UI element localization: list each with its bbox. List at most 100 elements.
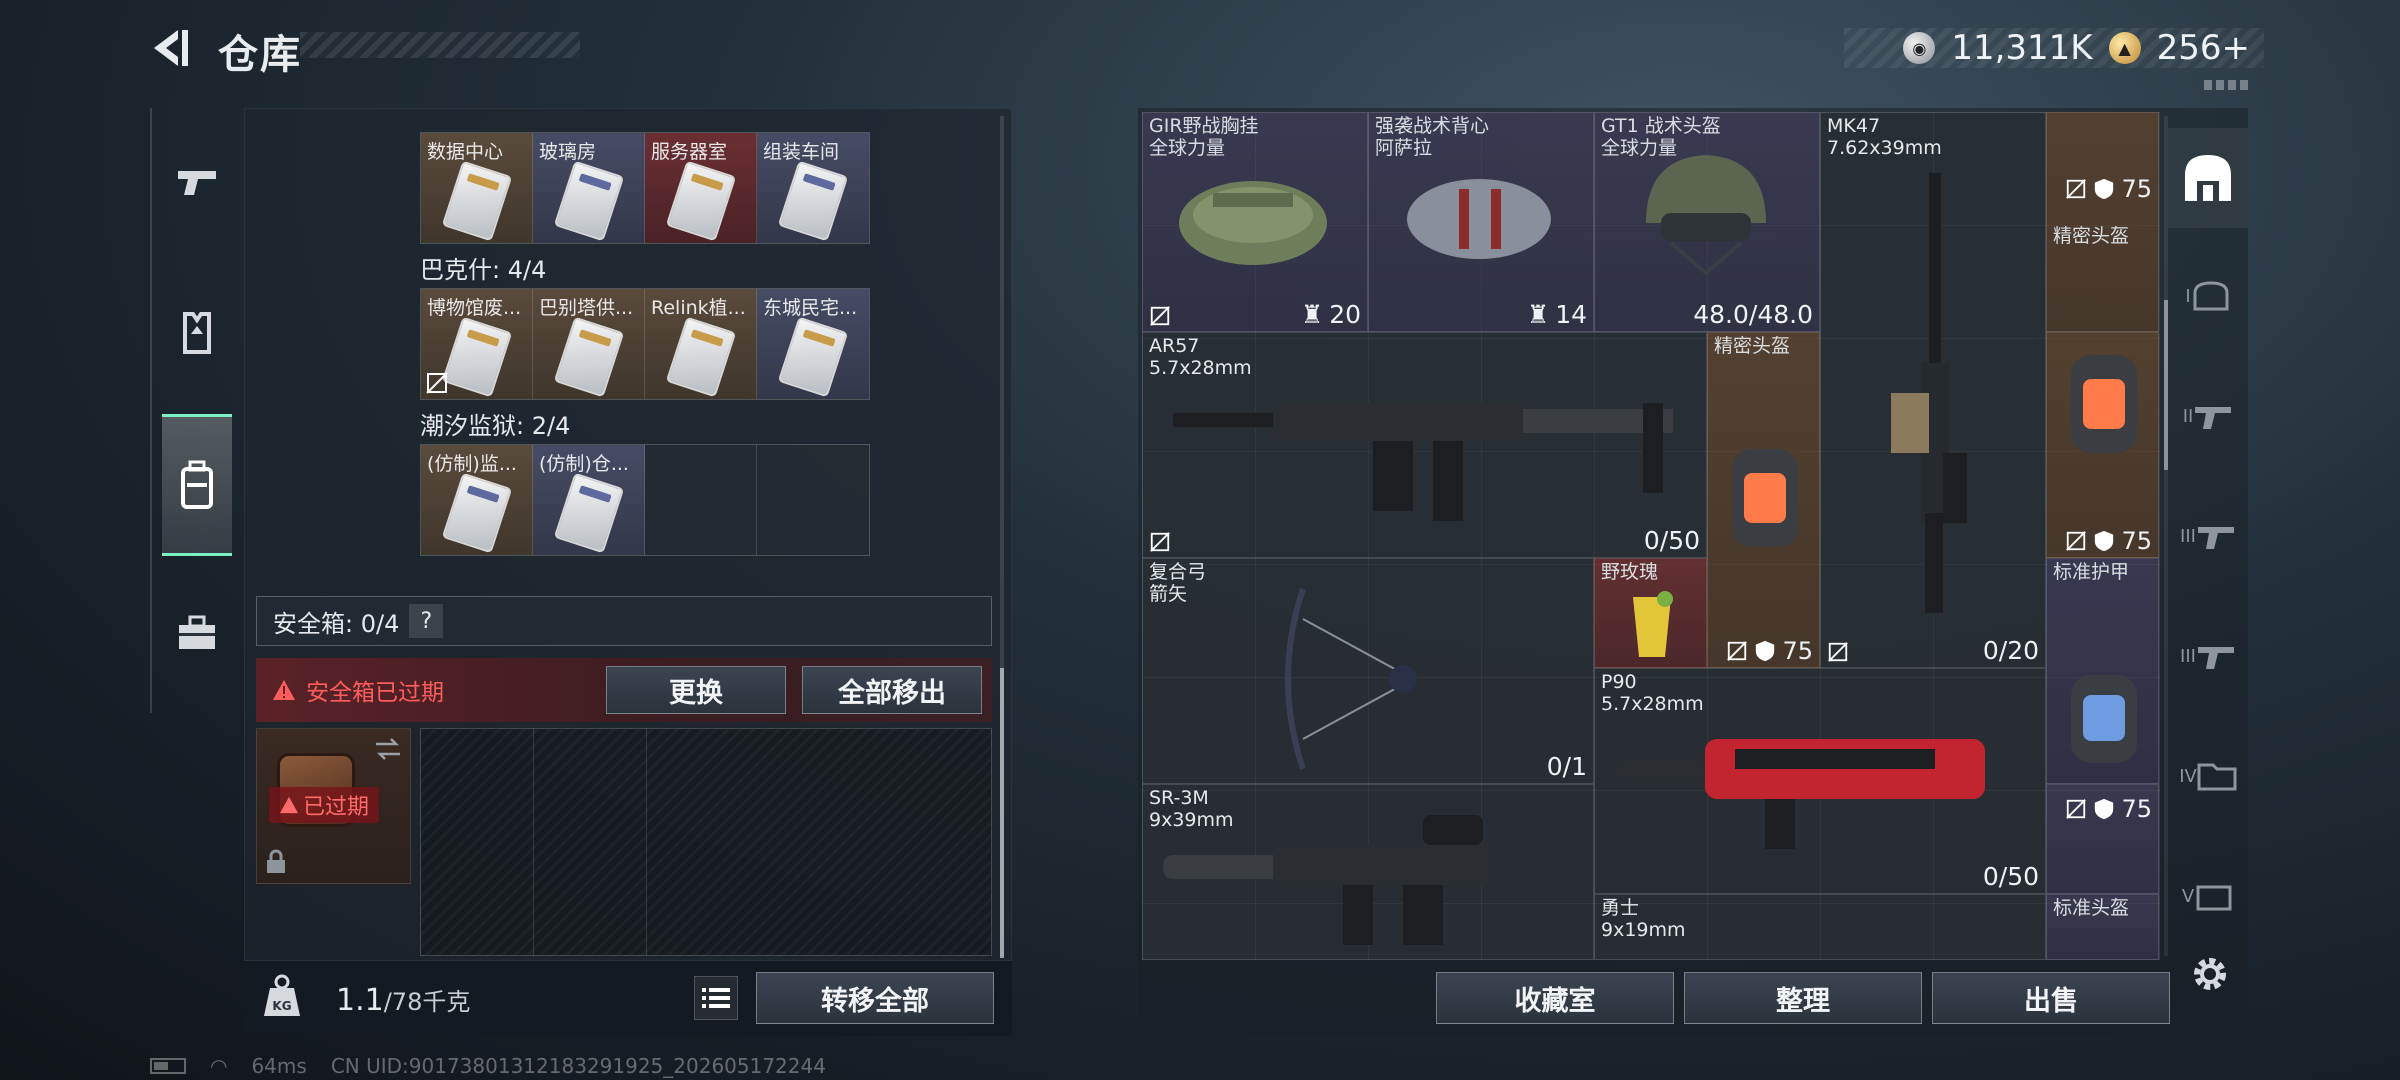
stash-item[interactable]: 75 [2046, 332, 2159, 558]
stash-item[interactable]: GT1 战术头盔 全球力量 48.0/48.0 [1594, 112, 1820, 332]
gun-tab-icon [2195, 407, 2232, 429]
safebox-slot[interactable]: 已过期 [256, 728, 411, 884]
no-trade-icon [1727, 641, 1748, 661]
stash-tab-4[interactable]: III [2168, 606, 2248, 706]
silver-coin-icon: ◉ [1903, 32, 1936, 64]
keycard-icon [441, 160, 513, 242]
nav-equipment[interactable] [162, 288, 232, 378]
no-trade-icon [2066, 179, 2087, 199]
drink-image [1633, 591, 1673, 657]
backpack-icon [181, 460, 213, 509]
status-line: ◠ 64ms CN UID:90173801312183291925_20260… [150, 1054, 826, 1078]
keycard-item[interactable]: 数据中心 [421, 133, 533, 243]
add-gold-icon: + [2221, 28, 2251, 68]
stash-item[interactable]: 野玫瑰 [1594, 558, 1707, 668]
weight-icon: KG [264, 974, 300, 1016]
stash-item[interactable]: 75 [2046, 784, 2159, 894]
chest-rig-image [1179, 181, 1327, 265]
keycard-item[interactable]: 博物馆废... [421, 289, 533, 399]
stash-item[interactable]: 75 精密头盔 [2046, 112, 2159, 332]
page-title: 仓库 [218, 32, 302, 78]
list-view-button[interactable] [694, 976, 738, 1020]
safebox-grid[interactable] [420, 728, 992, 956]
pistol-icon [178, 171, 216, 195]
stash-item[interactable]: P90 5.7x28mm 0/50 [1594, 668, 2046, 894]
stash-item[interactable]: 强袭战术背心 阿萨拉 ♜ 14 [1368, 112, 1594, 332]
shield-icon [2095, 530, 2114, 552]
replace-safebox-button[interactable]: 更换 [606, 666, 786, 714]
no-trade-icon [2066, 531, 2087, 551]
keycard-item[interactable]: (仿制)监... [421, 445, 533, 555]
stash-page-tabs: I II III III IV V [2168, 112, 2248, 960]
help-button[interactable]: ? [409, 604, 444, 638]
back-arrow-icon[interactable] [148, 26, 192, 70]
keycard-item[interactable]: 组装车间 [757, 133, 869, 243]
stash-item[interactable]: MK47 7.62x39mm 0/20 [1820, 112, 2046, 668]
stash-item[interactable]: 勇士 9x19mm [1594, 894, 2046, 960]
stash-item[interactable]: 标准头盔 [2046, 894, 2159, 960]
nav-backpack[interactable] [162, 414, 232, 556]
stash-tab-6[interactable]: V [2168, 846, 2248, 946]
armor-slot-icon: ♜ [1526, 300, 1550, 329]
gun-tab-icon [2197, 647, 2234, 669]
carry-weight: 1.1/78千克 [336, 983, 471, 1018]
battery-icon [150, 1058, 186, 1074]
stash-tab-1[interactable]: I [2168, 246, 2248, 346]
nav-case[interactable] [162, 588, 232, 678]
keycard-icon [553, 316, 625, 398]
keycard-item[interactable]: 玻璃房 [533, 133, 645, 243]
keycard-item[interactable]: (仿制)仓... [533, 445, 645, 555]
stash-item[interactable]: 标准护甲 [2046, 558, 2159, 784]
keycard-item[interactable]: Relink植... [645, 289, 757, 399]
left-scrollbar-thumb[interactable] [1000, 668, 1004, 958]
gold-balance[interactable]: 256+ [2157, 28, 2250, 68]
empty-slot[interactable] [757, 445, 869, 555]
no-trade-icon [426, 372, 448, 394]
swap-icon[interactable] [374, 737, 402, 761]
gear-icon[interactable] [2188, 952, 2232, 996]
stash-item[interactable]: SR-3M 9x39mm [1142, 784, 1594, 960]
empty-slot[interactable] [645, 445, 757, 555]
no-trade-icon [2066, 799, 2087, 819]
armor-slot-icon: ♜ [1300, 300, 1324, 329]
collection-room-button[interactable]: 收藏室 [1436, 972, 1674, 1024]
stash-item[interactable]: 精密头盔 75 [1707, 332, 1820, 668]
sell-button[interactable]: 出售 [1932, 972, 2170, 1024]
transfer-all-button[interactable]: 转移全部 [756, 972, 994, 1024]
stash-tab-3[interactable]: III [2168, 486, 2248, 586]
shield-icon [2095, 178, 2114, 200]
keycard-group-1: 数据中心 玻璃房 服务器室 组装车间 [420, 132, 870, 244]
keycard-item[interactable]: 东城民宅... [757, 289, 869, 399]
no-trade-icon [1828, 642, 1848, 662]
signal-indicator [2204, 80, 2250, 90]
shield-icon [2095, 798, 2114, 820]
tactical-vest-image [1407, 179, 1551, 259]
move-all-out-button[interactable]: 全部移出 [802, 666, 982, 714]
wifi-icon: ◠ [210, 1054, 228, 1078]
stash-tab-5[interactable]: IV [2168, 726, 2248, 826]
p90-image [1615, 739, 1985, 849]
safebox-header: 安全箱: 0/4 ? [256, 596, 992, 646]
stash-item[interactable]: AR57 5.7x28mm 0/50 [1142, 332, 1707, 558]
organize-button[interactable]: 整理 [1684, 972, 1922, 1024]
stash-item[interactable]: GIR野战胸挂 全球力量 ♜ 20 [1142, 112, 1368, 332]
keycard-icon [665, 160, 737, 242]
warehouse-icon [2185, 155, 2231, 201]
helmet-image [2071, 355, 2137, 453]
helmet-image [1646, 155, 1766, 276]
nav-weapons[interactable] [162, 138, 232, 228]
stash-item[interactable]: 复合弓 箭矢 0/1 [1142, 558, 1594, 784]
keycard-icon [553, 160, 625, 242]
lock-icon [267, 849, 285, 873]
gold-coin-icon: ▲ [2108, 32, 2141, 64]
list-icon [702, 988, 730, 1008]
bow-image [1285, 588, 1417, 770]
ping: 64ms [251, 1054, 307, 1078]
stash-tab-2[interactable]: II [2168, 366, 2248, 466]
rifle-image [1891, 173, 1967, 613]
keycard-item[interactable]: 巴别塔供... [533, 289, 645, 399]
no-trade-icon [1150, 306, 1170, 326]
title-decoration [300, 32, 580, 58]
stash-tab-all[interactable] [2168, 128, 2248, 228]
keycard-item[interactable]: 服务器室 [645, 133, 757, 243]
